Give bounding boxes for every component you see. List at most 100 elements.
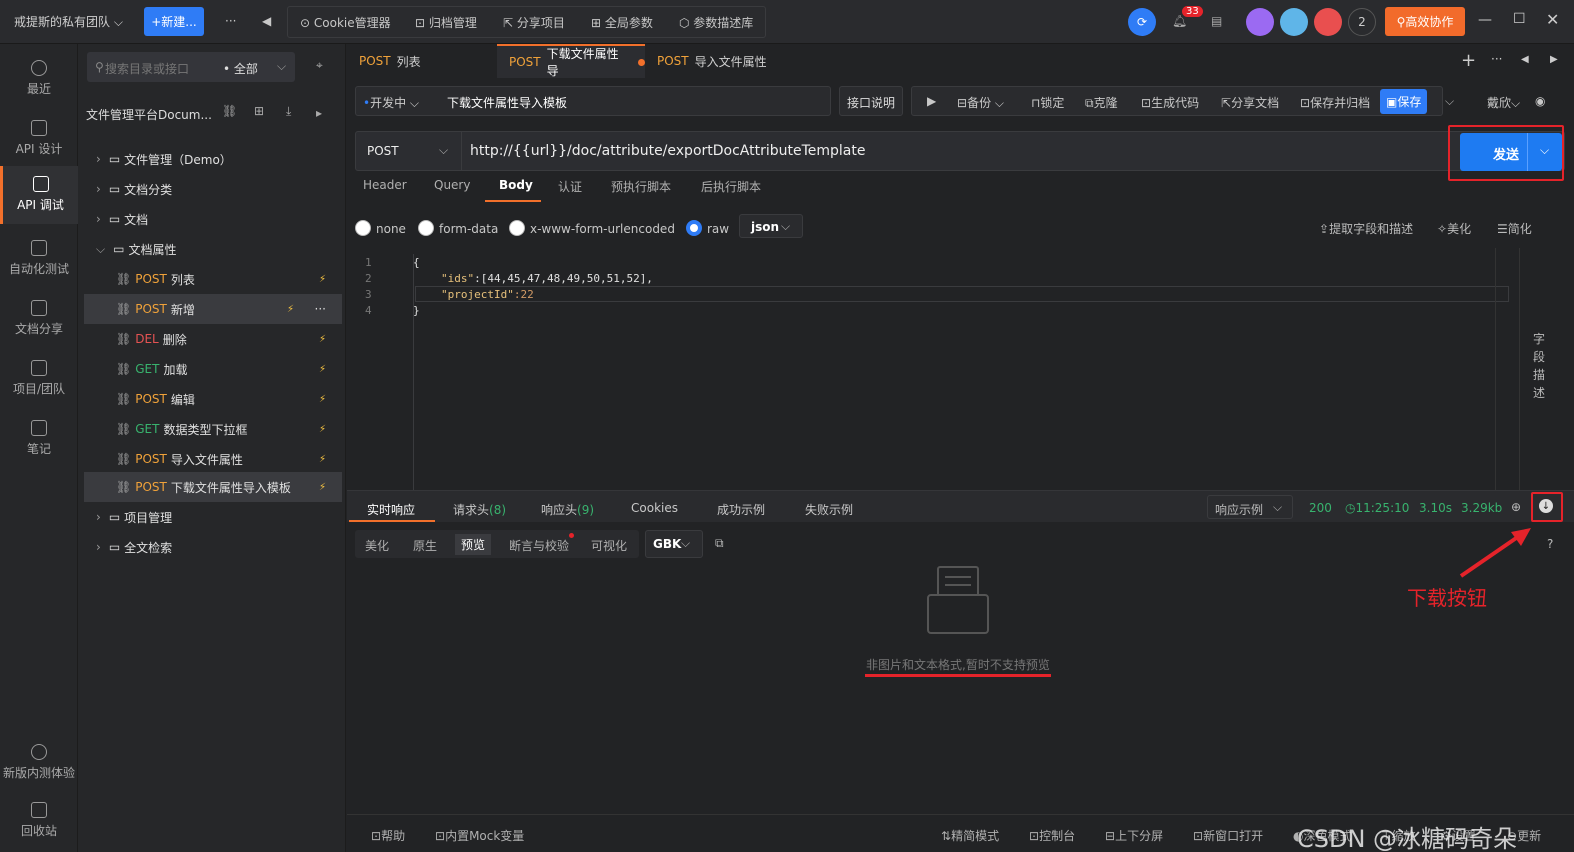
url-input[interactable]: http://{{url}}/doc/attribute/exportDocAt…: [470, 143, 866, 159]
generate-code-button[interactable]: ⊡生成代码: [1141, 94, 1199, 111]
download-icon[interactable]: ↓: [1539, 499, 1553, 513]
tree-item[interactable]: ⛓ POST 编辑 ⚡: [84, 384, 342, 414]
tab-response-headers[interactable]: 响应头(9): [541, 501, 594, 518]
new-window-button[interactable]: ⊡新窗口打开: [1193, 827, 1263, 844]
tree-item[interactable]: ⛓ POST 新增 ⚡ ···: [84, 294, 342, 324]
tree-item[interactable]: ⛓ DEL 删除 ⚡: [84, 324, 342, 354]
prev-tab-icon[interactable]: ◀: [1521, 54, 1529, 65]
tree-item[interactable]: ⛓ POST 下载文件属性导入模板 ⚡: [84, 472, 342, 502]
code-editor[interactable]: 1 2 3 4 { "ids":[44,45,47,48,49,50,51,52…: [347, 248, 1509, 490]
share-project-button[interactable]: ⇱ 分享项目: [503, 14, 565, 31]
tree-folder[interactable]: › ▭ 文件管理（Demo）: [84, 144, 342, 174]
request-name-input[interactable]: 下载文件属性导入模板: [447, 94, 567, 111]
more-icon[interactable]: ···: [315, 302, 326, 316]
share-doc-button[interactable]: ⇱分享文档: [1221, 94, 1279, 111]
tree-item[interactable]: ⛓ POST 导入文件属性 ⚡: [84, 444, 342, 474]
tab-download-template[interactable]: POST 下载文件属性导: [497, 44, 645, 78]
beautify-button[interactable]: ✧美化: [1437, 220, 1471, 237]
view-raw[interactable]: 原生: [413, 537, 437, 554]
team-switcher[interactable]: 戒提斯的私有团队 ⌵: [14, 13, 123, 30]
simplify-button[interactable]: ☰简化: [1497, 220, 1532, 237]
more-icon[interactable]: ···: [1491, 52, 1502, 66]
view-assertion[interactable]: 断言与校验: [509, 537, 569, 554]
tree-item[interactable]: ⛓ GET 数据类型下拉框 ⚡: [84, 414, 342, 444]
tab-list[interactable]: POST 列表: [347, 44, 495, 78]
nav-trash[interactable]: 回收站: [0, 792, 78, 846]
tab-fail-example[interactable]: 失败示例: [805, 501, 853, 518]
help-button[interactable]: ⊡帮助: [371, 827, 405, 844]
add-tab-icon[interactable]: +: [1461, 50, 1476, 71]
nav-api-debug[interactable]: API 调试: [0, 166, 78, 224]
collaboration-button[interactable]: ⚲ 高效协作: [1385, 7, 1465, 36]
tab-pre-script[interactable]: 预执行脚本: [611, 178, 671, 195]
tree-folder[interactable]: › ▭ 文档分类: [84, 174, 342, 204]
minimize-icon[interactable]: —: [1478, 12, 1492, 28]
user-select[interactable]: 戴欣⌵: [1487, 94, 1520, 111]
tab-import-attr[interactable]: POST 导入文件属性: [645, 44, 793, 78]
nav-project-team[interactable]: 项目/团队: [0, 350, 78, 408]
chevron-down-icon[interactable]: ⌵: [1445, 94, 1454, 109]
nav-api-design[interactable]: API 设计: [0, 110, 78, 168]
radio-none[interactable]: [355, 220, 371, 236]
extract-fields-button[interactable]: ⇪提取字段和描述: [1319, 220, 1413, 237]
nav-notes[interactable]: 笔记: [0, 410, 78, 468]
status-select[interactable]: •开发中 ⌵: [363, 94, 419, 111]
help-icon[interactable]: ?: [1547, 537, 1553, 551]
clone-button[interactable]: ⧉克隆: [1085, 94, 1118, 111]
view-visualize[interactable]: 可视化: [591, 537, 627, 554]
tab-post-script[interactable]: 后执行脚本: [701, 178, 761, 195]
avatar[interactable]: [1314, 8, 1342, 36]
sync-icon[interactable]: ⟳: [1128, 8, 1156, 36]
view-beautify[interactable]: 美化: [365, 537, 389, 554]
view-preview[interactable]: 预览: [455, 534, 492, 555]
tab-header[interactable]: Header: [363, 178, 407, 192]
tab-live-response[interactable]: 实时响应: [367, 501, 415, 518]
next-tab-icon[interactable]: ▶: [1550, 54, 1558, 65]
copy-icon[interactable]: ⧉: [715, 536, 724, 551]
radio-form-data[interactable]: [418, 220, 434, 236]
folder-add-icon[interactable]: ⊞: [254, 104, 264, 118]
tab-body[interactable]: Body: [499, 178, 533, 192]
compact-mode-button[interactable]: ⇅精简模式: [941, 827, 999, 844]
maximize-icon[interactable]: ☐: [1513, 11, 1526, 27]
tree-item[interactable]: ⛓ POST 列表 ⚡: [84, 264, 342, 294]
avatar[interactable]: [1246, 8, 1274, 36]
link-icon[interactable]: ⛓: [222, 104, 237, 118]
lock-button[interactable]: ⊓锁定: [1031, 94, 1064, 111]
tree-folder[interactable]: › ▭ 项目管理: [84, 502, 342, 532]
close-icon[interactable]: ✕: [1546, 10, 1559, 29]
radio-raw[interactable]: [686, 220, 702, 236]
tree-folder[interactable]: ⌵ ▭ 文档属性: [84, 234, 342, 264]
clipboard-icon[interactable]: ▤: [1211, 14, 1222, 28]
filter-select[interactable]: • 全部: [223, 60, 258, 77]
archive-manager-button[interactable]: ⊡ 归档管理: [415, 14, 477, 31]
nav-recent[interactable]: 最近: [0, 50, 78, 108]
eye-icon[interactable]: ◉: [1535, 94, 1545, 108]
tab-success-example[interactable]: 成功示例: [717, 501, 765, 518]
tree-item[interactable]: ⛓ GET 加载 ⚡: [84, 354, 342, 384]
console-button[interactable]: ⊡控制台: [1029, 827, 1075, 844]
method-select[interactable]: POST: [367, 144, 399, 158]
global-params-button[interactable]: ⊞ 全局参数: [591, 14, 653, 31]
run-icon[interactable]: ▶: [927, 94, 936, 108]
mock-vars-button[interactable]: ⊡内置Mock变量: [435, 827, 524, 844]
search-box[interactable]: ⚲ 搜索目录或接口 • 全部 ⌵: [87, 52, 295, 82]
locate-icon[interactable]: ⌖: [316, 58, 323, 73]
scrollbar[interactable]: [1495, 248, 1509, 490]
cookie-manager-button[interactable]: ⊙ Cookie管理器: [300, 14, 391, 31]
import-icon[interactable]: ⤓: [286, 104, 291, 119]
save-archive-button[interactable]: ⊡保存并归档: [1300, 94, 1370, 111]
nav-doc-share[interactable]: 文档分享: [0, 290, 78, 348]
chevron-right-icon[interactable]: ▸: [316, 106, 322, 120]
tab-request-headers[interactable]: 请求头(8): [453, 501, 506, 518]
tab-cookies[interactable]: Cookies: [631, 501, 678, 515]
back-arrow-icon[interactable]: ◀: [262, 14, 271, 28]
new-button[interactable]: +新建...: [144, 7, 204, 36]
search-input[interactable]: 搜索目录或接口: [105, 60, 189, 77]
tree-folder[interactable]: › ▭ 全文检索: [84, 532, 342, 562]
more-menu-button[interactable]: ···: [225, 14, 236, 28]
globe-icon[interactable]: ⊕: [1511, 500, 1521, 514]
param-desc-lib-button[interactable]: ⬡ 参数描述库: [679, 14, 753, 31]
backup-button[interactable]: ⊟备份 ⌵: [957, 94, 1004, 111]
nav-beta[interactable]: 新版内测体验: [0, 734, 78, 788]
